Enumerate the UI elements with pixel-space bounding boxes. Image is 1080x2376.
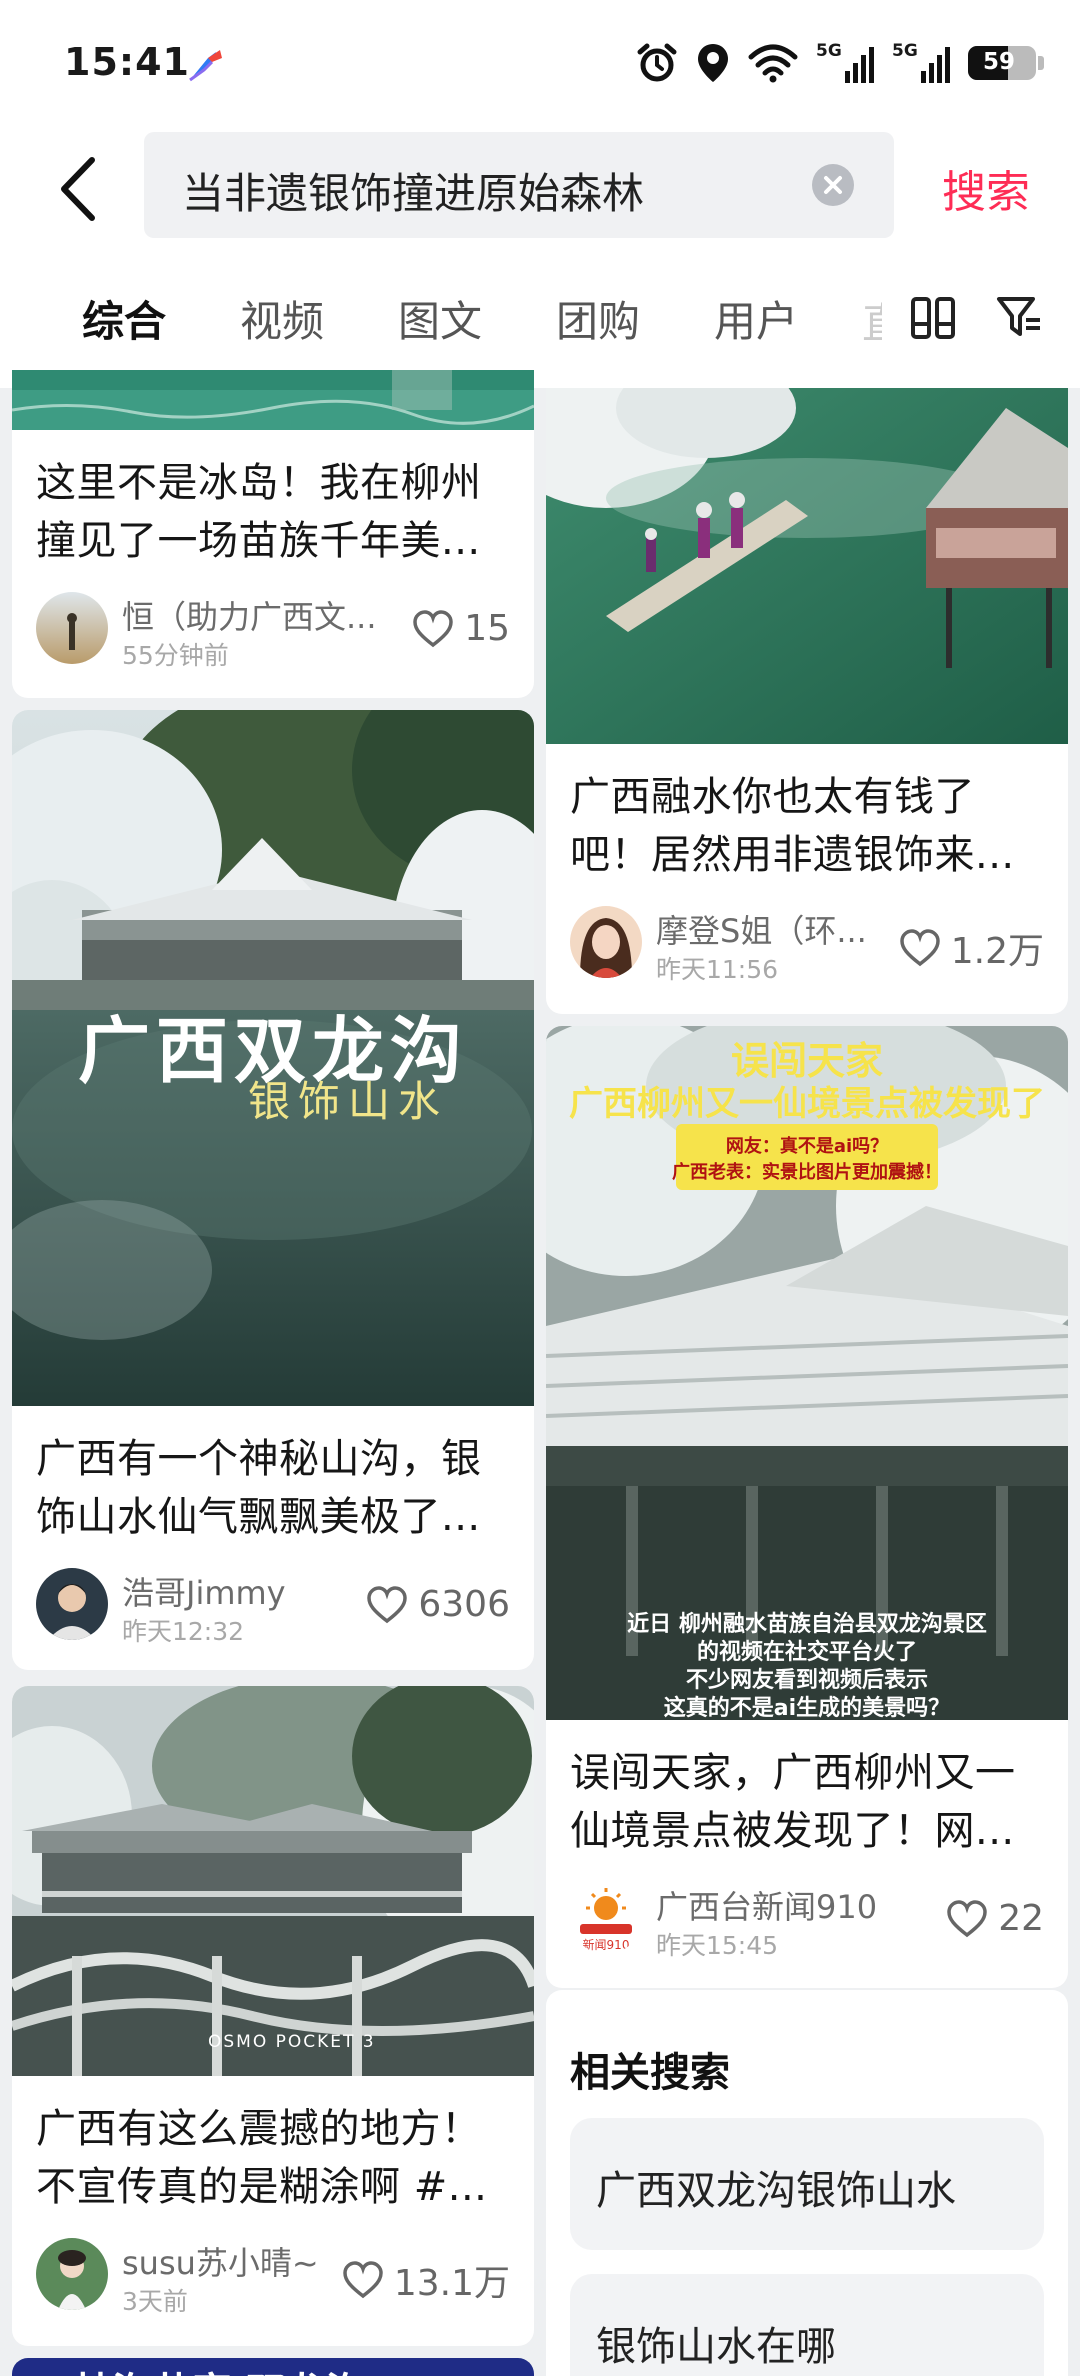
post-time: 昨天11:56 xyxy=(656,955,779,984)
like-button[interactable]: 15 xyxy=(412,608,510,649)
related-search-item[interactable]: 广西双龙沟银饰山水 xyxy=(570,2118,1044,2250)
author-avatar[interactable] xyxy=(570,906,642,978)
author-name[interactable]: 摩登S姐（环... xyxy=(656,906,867,952)
post-time: 55分钟前 xyxy=(122,641,229,670)
battery-percent: 59 xyxy=(982,49,1015,75)
result-card[interactable]: 误闯天家 广西柳州又一仙境景点被发现了 网友：真不是ai吗？ 广西老表：实景比图… xyxy=(546,1026,1068,1988)
thumbnail-overlay-note: 网友：真不是ai吗？ xyxy=(725,1136,889,1157)
card-thumbnail[interactable]: 广西双龙沟 银饰山水 xyxy=(12,710,534,1406)
heart-icon xyxy=(367,1585,408,1623)
result-card-partial[interactable]: 林海苗家 双龙沟 xyxy=(12,2358,534,2376)
signal-5g-icon: 5G xyxy=(892,41,950,85)
heart-icon xyxy=(343,2261,383,2299)
signal-5g-icon: 5G xyxy=(816,41,874,85)
thumbnail-overlay-subtitle: 银饰山水 xyxy=(247,1077,448,1126)
filter-icon[interactable] xyxy=(996,294,1042,340)
result-card[interactable]: 广西双龙沟 银饰山水 广西有一个神秘山沟，银饰山水仙气飘飘美极了... 浩哥Ji… xyxy=(12,710,534,1670)
like-button[interactable]: 1.2万 xyxy=(899,922,1044,974)
clear-icon[interactable] xyxy=(812,164,854,206)
double-column-icon[interactable] xyxy=(910,296,956,340)
card-thumbnail[interactable] xyxy=(12,370,534,430)
like-button[interactable]: 6306 xyxy=(366,1584,510,1625)
thumbnail-overlay-heading: 广西柳州又一仙境景点被发现了 xyxy=(569,1084,1045,1124)
post-time: 3天前 xyxy=(122,2287,188,2316)
author-name[interactable]: susu苏小晴~ xyxy=(122,2238,319,2284)
partial-card-title: 林海苗家 双龙沟 xyxy=(72,2360,366,2376)
result-card[interactable]: OSMO POCKET 3 广西有这么震撼的地方！不宣传真的是糊涂啊 #... … xyxy=(12,1686,534,2346)
search-input[interactable]: 当非遗银饰撞进原始森林 xyxy=(144,132,894,238)
like-count: 15 xyxy=(464,608,510,649)
thumbnail-overlay-note: 广西老表：实景比图片更加震撼！ xyxy=(672,1162,942,1183)
like-count: 22 xyxy=(998,1898,1044,1939)
tab-video[interactable]: 视频 xyxy=(240,288,324,349)
like-count: 1.2万 xyxy=(950,931,1044,972)
back-arrow-icon[interactable] xyxy=(52,154,106,224)
signal-label: 5G xyxy=(892,41,918,61)
card-thumbnail[interactable] xyxy=(546,388,1068,744)
heart-icon xyxy=(947,1899,987,1937)
card-thumbnail[interactable]: OSMO POCKET 3 xyxy=(12,1686,534,2076)
card-thumbnail[interactable]: 误闯天家 广西柳州又一仙境景点被发现了 网友：真不是ai吗？ 广西老表：实景比图… xyxy=(546,1026,1068,1720)
author-name[interactable]: 恒（助力广西文... xyxy=(122,592,377,638)
author-name[interactable]: 广西台新闻910 xyxy=(656,1882,877,1928)
thumbnail-caption: 这真的不是ai生成的美景吗？ xyxy=(663,1696,951,1720)
signal-label: 5G xyxy=(816,41,842,61)
author-avatar[interactable] xyxy=(36,2238,108,2310)
avatar-text: 新闻910 xyxy=(582,1938,630,1952)
like-button[interactable]: 22 xyxy=(946,1898,1044,1939)
camera-watermark: OSMO POCKET 3 xyxy=(208,2032,376,2052)
tab-image-text[interactable]: 图文 xyxy=(398,288,482,349)
feather-app-icon xyxy=(189,50,222,82)
card-title[interactable]: 这里不是冰岛！我在柳州撞见了一场苗族千年美... xyxy=(36,454,512,570)
related-searches: 相关搜索 广西双龙沟银饰山水 银饰山水在哪 xyxy=(546,1990,1068,2376)
tab-users[interactable]: 用户 xyxy=(714,288,798,349)
status-icons: 5G 5G 59 xyxy=(636,38,1044,88)
result-card[interactable]: 这里不是冰岛！我在柳州撞见了一场苗族千年美... 恒（助力广西文... 55分钟… xyxy=(12,370,534,698)
post-time: 昨天12:32 xyxy=(122,1617,245,1646)
like-count: 13.1万 xyxy=(393,2263,510,2304)
author-avatar[interactable] xyxy=(36,592,108,664)
search-query[interactable]: 当非遗银饰撞进原始森林 xyxy=(182,160,644,221)
result-tabs: 综合 视频 图文 团购 用户 直 xyxy=(0,250,1080,388)
related-search-label: 银饰山水在哪 xyxy=(596,2324,836,2370)
heart-icon xyxy=(413,609,453,647)
battery-icon: 59 xyxy=(968,46,1036,80)
card-title[interactable]: 广西有这么震撼的地方！不宣传真的是糊涂啊 #... xyxy=(36,2100,512,2216)
related-search-label: 广西双龙沟银饰山水 xyxy=(596,2168,956,2214)
status-time: 15:41 xyxy=(64,40,190,84)
author-avatar[interactable] xyxy=(36,1568,108,1640)
tab-truncated[interactable]: 直 xyxy=(862,290,882,340)
app-root: 15:41 5G 5G 59 当非遗银饰撞进原始森林 搜索 综合 视频 图文 团… xyxy=(0,0,1080,2376)
heart-icon xyxy=(899,929,940,967)
card-title[interactable]: 误闯天家，广西柳州又一仙境景点被发现了！网... xyxy=(570,1744,1046,1860)
related-search-item[interactable]: 银饰山水在哪 xyxy=(570,2274,1044,2376)
author-avatar[interactable]: 新闻910 xyxy=(570,1882,642,1954)
card-title[interactable]: 广西融水你也太有钱了吧！居然用非遗银饰来... xyxy=(570,768,1046,884)
wifi-icon xyxy=(748,44,798,83)
search-header: 当非遗银饰撞进原始森林 搜索 xyxy=(0,130,1080,250)
search-button[interactable]: 搜索 xyxy=(942,156,1030,220)
result-card[interactable]: 广西融水你也太有钱了吧！居然用非遗银饰来... 摩登S姐（环... 昨天11:5… xyxy=(546,388,1068,1014)
author-name[interactable]: 浩哥Jimmy xyxy=(122,1568,286,1614)
location-icon xyxy=(698,44,728,82)
alarm-icon xyxy=(637,43,677,82)
related-searches-title: 相关搜索 xyxy=(570,2050,730,2096)
like-button[interactable]: 13.1万 xyxy=(342,2254,510,2306)
tab-group-buy[interactable]: 团购 xyxy=(556,288,640,349)
card-title[interactable]: 广西有一个神秘山沟，银饰山水仙气飘飘美极了... xyxy=(36,1430,512,1546)
like-count: 6306 xyxy=(418,1584,510,1625)
post-time: 昨天15:45 xyxy=(656,1931,779,1960)
status-bar: 15:41 5G 5G 59 xyxy=(0,0,1080,130)
tab-all[interactable]: 综合 xyxy=(82,288,166,349)
